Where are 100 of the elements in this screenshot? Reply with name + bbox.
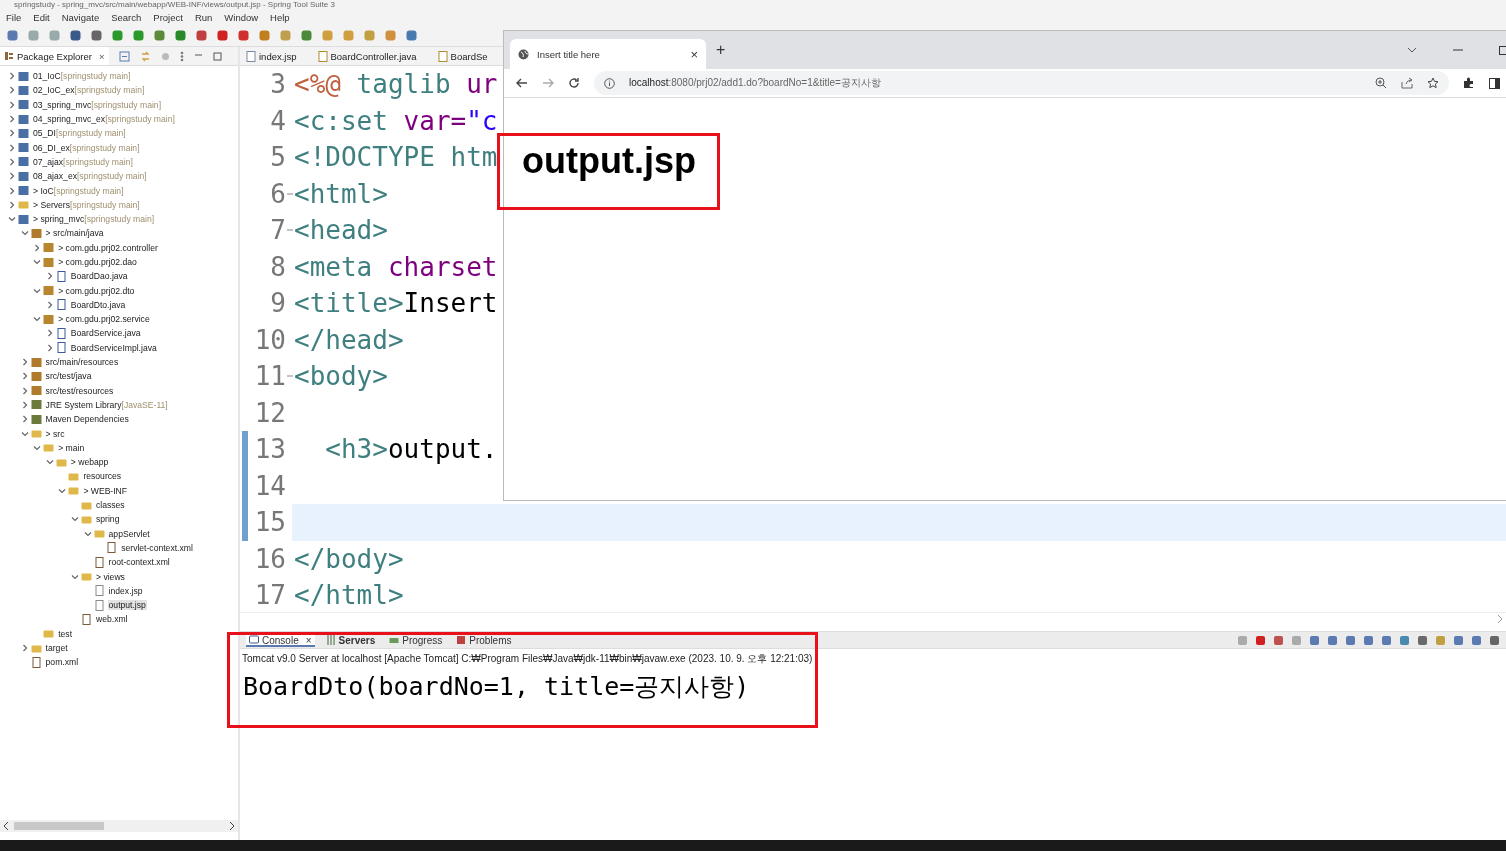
tree-item[interactable]: > WEB-INF <box>82 485 129 496</box>
tree-item[interactable]: BoardDao.java <box>69 271 129 282</box>
toolbar-icon[interactable] <box>174 29 187 42</box>
tree-item[interactable]: Maven Dependencies <box>44 414 130 425</box>
share-icon[interactable] <box>1401 77 1413 89</box>
tree-item[interactable]: servlet-context.xml <box>120 542 194 553</box>
console-tab[interactable]: Servers <box>322 633 379 647</box>
toolbar-icon[interactable] <box>69 29 82 42</box>
chevron-down-icon[interactable] <box>45 458 54 467</box>
chevron-right-icon[interactable] <box>8 172 16 181</box>
chevron-right-icon[interactable] <box>8 86 16 95</box>
chevron-right-icon[interactable] <box>8 129 16 138</box>
chevron-down-icon[interactable] <box>58 486 67 495</box>
toolbar-icon[interactable] <box>6 29 19 42</box>
chevron-right-icon[interactable] <box>45 329 54 338</box>
menu-item[interactable]: Help <box>270 11 290 23</box>
chevron-right-icon[interactable] <box>20 644 29 652</box>
tree-item[interactable]: target <box>44 643 69 653</box>
chevron-down-icon[interactable] <box>33 258 42 266</box>
editor-tab[interactable]: BoardSe <box>435 50 488 62</box>
toolbar-icon[interactable] <box>405 29 418 42</box>
tree-item[interactable]: 05_DI[springstudy main] <box>32 128 127 139</box>
tree-item[interactable]: > com.gdu.prj02.dto <box>57 285 136 296</box>
menu-item[interactable]: Edit <box>33 11 50 23</box>
tree-item[interactable]: 01_IoC[springstudy main] <box>32 71 132 82</box>
tree-item[interactable]: src/main/resources <box>44 357 120 368</box>
tree-item[interactable]: src/test/resources <box>44 385 115 396</box>
tab-search-icon[interactable] <box>1407 47 1417 53</box>
menu-item[interactable]: Run <box>194 11 213 23</box>
chevron-right-icon[interactable] <box>20 386 29 395</box>
tree-item[interactable]: test <box>57 628 74 639</box>
tree-item[interactable]: output.jsp <box>107 600 147 611</box>
toolbar-icon[interactable] <box>237 29 250 42</box>
console-toolbar-icon[interactable] <box>1381 634 1392 646</box>
chevron-right-icon[interactable] <box>8 186 16 195</box>
toolbar-icon[interactable] <box>111 29 124 42</box>
tree-item[interactable]: > spring_mvc[springstudy main] <box>32 214 156 225</box>
console-toolbar-icon[interactable] <box>1345 634 1356 646</box>
tree-item[interactable]: > Servers[springstudy main] <box>32 199 141 210</box>
tree-item[interactable]: 07_ajax[springstudy main] <box>32 156 134 167</box>
chevron-down-icon[interactable] <box>83 529 92 538</box>
tree-item[interactable]: 02_IoC_ex[springstudy main] <box>32 85 146 96</box>
collapse-all-icon[interactable] <box>118 50 130 62</box>
chevron-right-icon[interactable] <box>45 300 54 309</box>
tree-item[interactable]: 08_ajax_ex[springstudy main] <box>32 171 148 182</box>
chevron-right-icon[interactable] <box>8 157 16 166</box>
tree-item[interactable]: classes <box>95 500 126 511</box>
tree-item[interactable]: > com.gdu.prj02.service <box>57 314 151 325</box>
chevron-right-icon[interactable] <box>8 115 16 124</box>
menu-item[interactable]: Project <box>153 11 183 23</box>
side-panel-icon[interactable] <box>1489 77 1500 89</box>
toolbar-icon[interactable] <box>258 29 271 42</box>
chevron-down-icon[interactable] <box>20 229 29 238</box>
tree-item[interactable]: > com.gdu.prj02.controller <box>57 242 159 253</box>
toolbar-icon[interactable] <box>216 29 229 42</box>
maximize-icon[interactable] <box>1499 45 1506 55</box>
tree-item[interactable]: root-context.xml <box>107 557 171 568</box>
chevron-right-icon[interactable] <box>20 400 29 409</box>
tree-item[interactable]: > webapp <box>69 457 110 468</box>
menu-item[interactable]: File <box>6 11 22 23</box>
tree-item[interactable]: > views <box>95 571 126 582</box>
chevron-right-icon[interactable] <box>45 343 54 352</box>
console-toolbar-icon[interactable] <box>1471 634 1482 646</box>
chevron-right-icon[interactable] <box>8 100 16 109</box>
tree-item[interactable]: BoardDto.java <box>69 299 127 310</box>
editor-tab[interactable]: index.jsp <box>244 50 299 62</box>
address-bar[interactable]: localhost:8080/prj02/add1.do?boardNo=1&title=공지사항 <box>594 71 1449 95</box>
menu-item[interactable]: Navigate <box>61 11 100 23</box>
forward-icon[interactable] <box>542 77 554 89</box>
chevron-right-icon[interactable] <box>8 200 16 209</box>
console-tab[interactable]: Progress <box>386 633 446 647</box>
console-toolbar-icon[interactable] <box>1309 634 1320 646</box>
tree-item[interactable]: index.jsp <box>107 585 144 596</box>
new-tab-button[interactable]: + <box>716 41 726 59</box>
console-toolbar-icon[interactable] <box>1489 634 1500 646</box>
tree-item[interactable]: BoardService.java <box>69 328 142 339</box>
chevron-down-icon[interactable] <box>33 315 42 324</box>
browser-tab[interactable]: Insert title here × <box>510 39 706 69</box>
chevron-right-icon[interactable] <box>33 243 42 252</box>
chevron-right-icon[interactable] <box>20 358 29 367</box>
tree-item[interactable]: > IoC[springstudy main] <box>32 185 125 196</box>
tree-item[interactable]: src/test/java <box>44 371 93 382</box>
tree-item[interactable]: BoardServiceImpl.java <box>69 342 158 353</box>
more-icon[interactable] <box>179 50 184 62</box>
toolbar-icon[interactable] <box>300 29 313 42</box>
menu-item[interactable]: Window <box>224 11 259 23</box>
tree-item[interactable]: JRE System Library[JavaSE-11] <box>44 399 169 410</box>
menu-item[interactable]: Search <box>111 11 142 23</box>
chevron-down-icon[interactable] <box>8 215 16 224</box>
package-explorer-tab[interactable]: Package Explorer × <box>0 47 109 65</box>
tree-item[interactable]: > com.gdu.prj02.dao <box>57 257 138 267</box>
tree-item[interactable]: 03_spring_mvc[springstudy main] <box>32 99 163 110</box>
chevron-right-icon[interactable] <box>8 143 16 152</box>
chevron-down-icon[interactable] <box>71 515 79 524</box>
toolbar-icon[interactable] <box>195 29 208 42</box>
console-toolbar-icon[interactable] <box>1363 634 1374 646</box>
console-toolbar-icon[interactable] <box>1453 634 1464 646</box>
tree-item[interactable]: pom.xml <box>44 657 80 668</box>
chevron-right-icon[interactable] <box>20 372 29 381</box>
chevron-right-icon[interactable] <box>8 72 16 81</box>
